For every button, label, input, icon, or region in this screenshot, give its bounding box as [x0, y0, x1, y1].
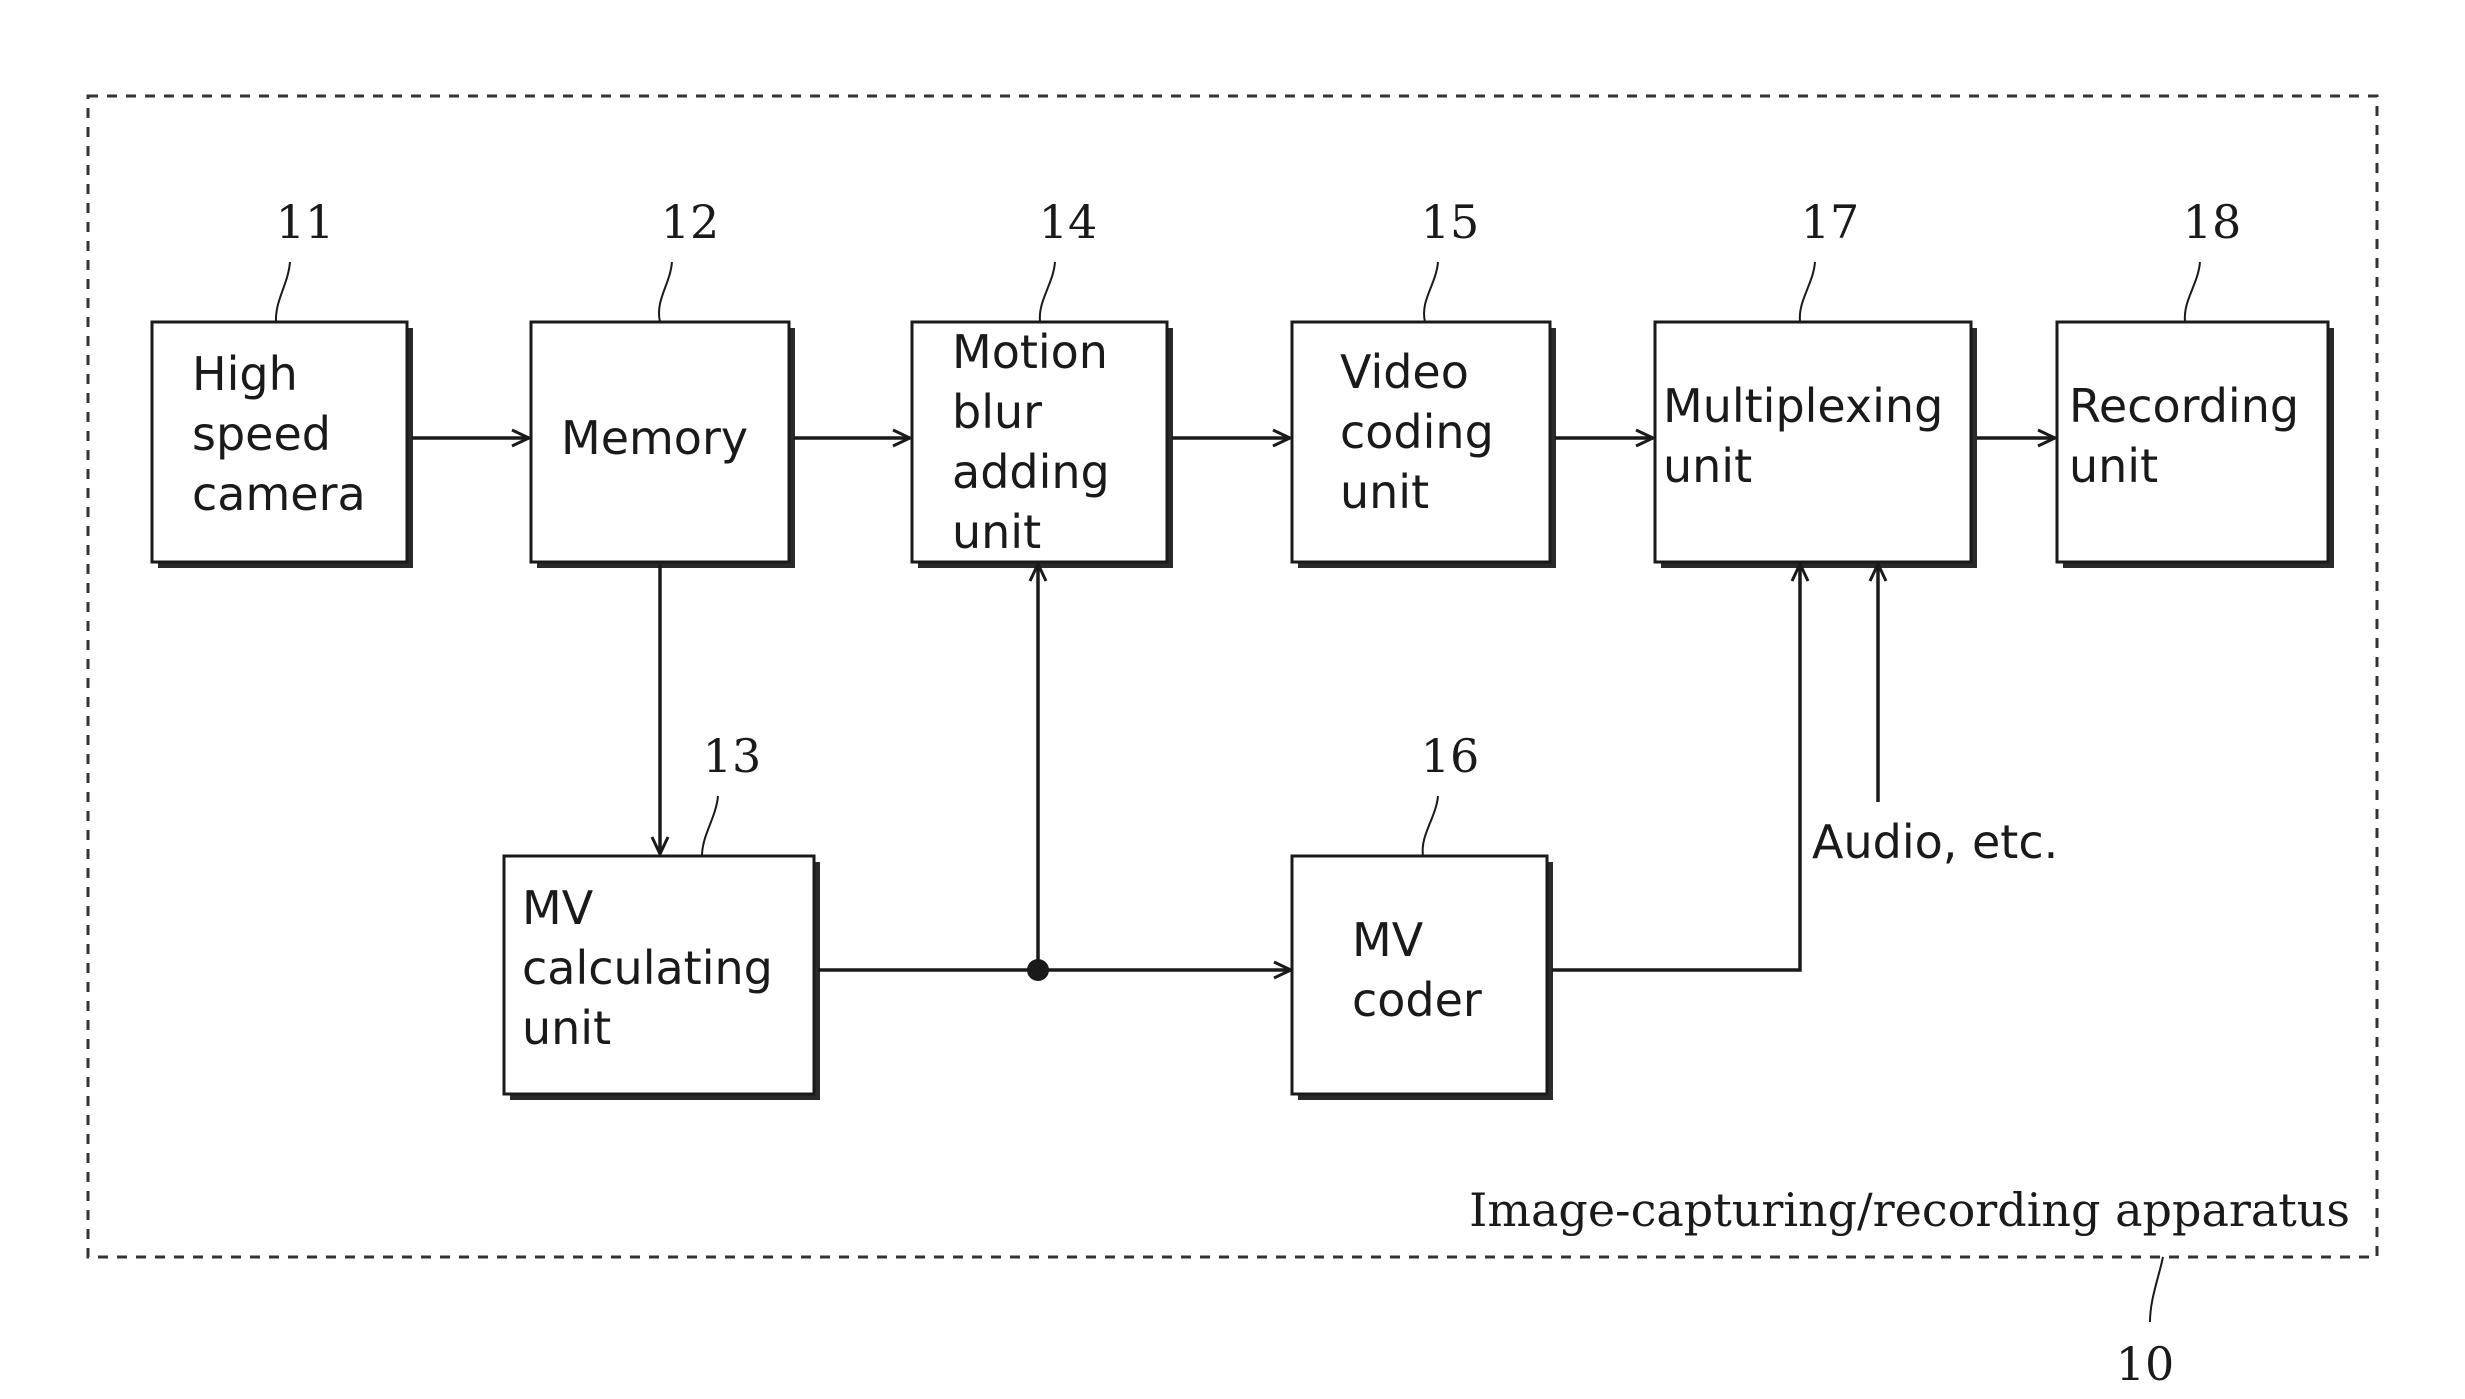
reference-leader — [1421, 795, 1439, 857]
reference-number: 17 — [1801, 195, 1860, 249]
reference-leader — [1423, 261, 1439, 323]
reference-leader — [1038, 261, 1056, 323]
block-label-line: coder — [1352, 973, 1482, 1027]
reference-number: 13 — [703, 729, 762, 783]
reference-number: 12 — [661, 195, 720, 249]
apparatus-ref: 10 — [2116, 1337, 2175, 1391]
block-label-line: Motion — [952, 325, 1108, 379]
block-label-line: Multiplexing — [1663, 379, 1943, 433]
reference-number: 14 — [1039, 195, 1098, 249]
block-label-line: unit — [952, 505, 1041, 559]
block-label-line: coding — [1340, 405, 1494, 459]
block-mv-coder: MV coder 16 — [1290, 729, 1553, 1100]
reference-number: 16 — [1421, 729, 1480, 783]
block-label-line: speed — [192, 407, 331, 461]
block-label-line: camera — [192, 467, 366, 521]
reference-number: 15 — [1421, 195, 1480, 249]
block-label-line: Memory — [561, 411, 748, 465]
block-label-line: blur — [952, 385, 1042, 439]
junction-dot — [1027, 959, 1049, 981]
reference-leader — [2183, 261, 2201, 323]
block-multiplexing-unit: Multiplexing unit 17 — [1653, 195, 1977, 568]
block-mv-calculating-unit: MV calculating unit 13 — [502, 729, 820, 1100]
audio-input-label: Audio, etc. — [1812, 815, 2058, 869]
block-label-line: adding — [952, 445, 1110, 499]
reference-leader — [1798, 261, 1816, 323]
block-label-line: Video — [1340, 345, 1469, 399]
block-memory: Memory 12 — [529, 195, 795, 568]
reference-leader — [274, 261, 291, 323]
block-label-line: MV — [1352, 913, 1424, 967]
block-label-line: unit — [1663, 439, 1752, 493]
block-diagram: Image-capturing/recording apparatus 10 H… — [86, 94, 2379, 1391]
block-label-line: MV — [522, 881, 594, 935]
apparatus-leader — [2149, 1256, 2164, 1323]
block-label-line: unit — [2069, 439, 2158, 493]
reference-leader — [701, 795, 719, 857]
block-label-line: High — [192, 347, 298, 401]
apparatus-caption: Image-capturing/recording apparatus — [1469, 1183, 2350, 1237]
block-high-speed-camera: High speed camera 11 — [150, 195, 413, 568]
wire-mv-coder-to-mux — [1552, 564, 1800, 972]
block-label-line: Recording — [2069, 379, 2299, 433]
reference-number: 18 — [2183, 195, 2242, 249]
reference-leader — [658, 261, 673, 323]
block-label-line: unit — [1340, 465, 1429, 519]
apparatus-boundary — [86, 94, 2379, 1259]
reference-number: 11 — [276, 195, 335, 249]
block-label-line: unit — [522, 1001, 611, 1055]
block-recording-unit: Recording unit 18 — [2055, 195, 2334, 568]
block-label-line: calculating — [522, 941, 773, 995]
block-motion-blur-adding-unit: Motion blur adding unit 14 — [910, 195, 1173, 568]
block-video-coding-unit: Video coding unit 15 — [1290, 195, 1556, 568]
